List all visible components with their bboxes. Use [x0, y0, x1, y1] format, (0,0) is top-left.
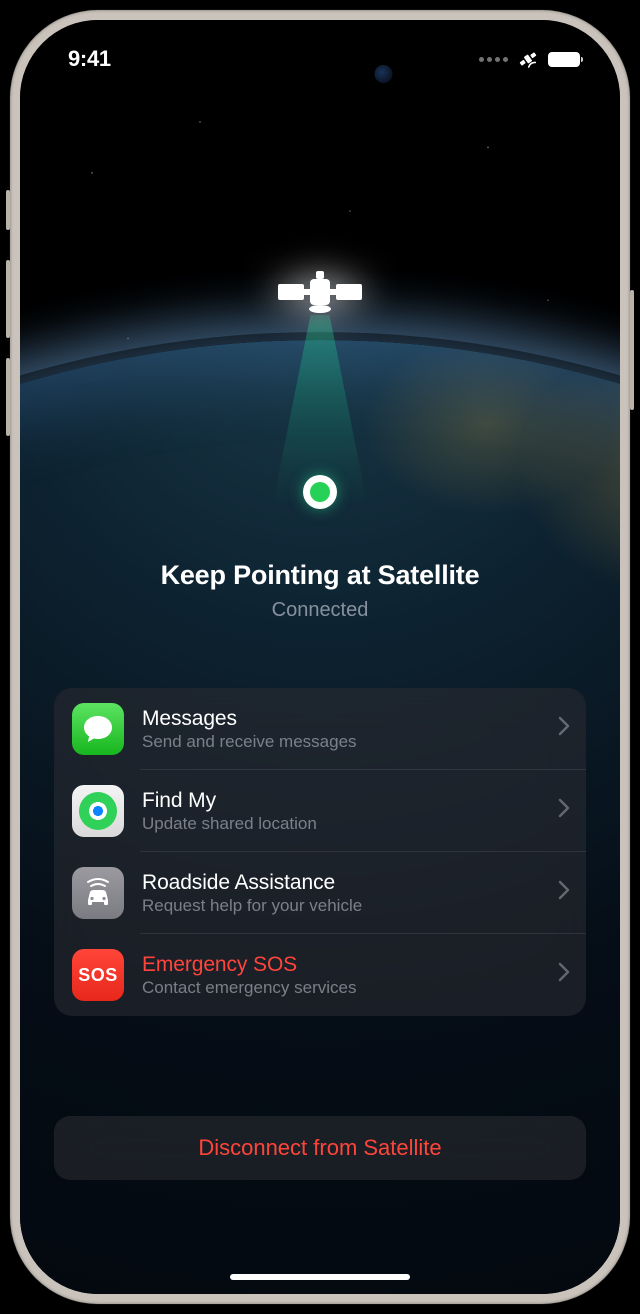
option-text: Find My Update shared location — [142, 789, 540, 834]
option-title: Messages — [142, 707, 540, 731]
home-indicator[interactable] — [230, 1274, 410, 1280]
volume-up-button — [6, 260, 10, 338]
main-title: Keep Pointing at Satellite — [20, 560, 620, 591]
status-icons — [479, 47, 580, 71]
option-title: Find My — [142, 789, 540, 813]
front-camera — [375, 65, 393, 83]
chevron-right-icon — [558, 962, 570, 988]
status-time: 9:41 — [68, 46, 111, 72]
chevron-right-icon — [558, 716, 570, 742]
roadside-icon — [72, 867, 124, 919]
option-subtitle: Request help for your vehicle — [142, 896, 540, 916]
messages-icon — [72, 703, 124, 755]
target-indicator — [303, 475, 337, 509]
side-button — [630, 290, 634, 410]
chevron-right-icon — [558, 880, 570, 906]
battery-icon — [548, 52, 580, 67]
option-subtitle: Update shared location — [142, 814, 540, 834]
option-emergency-sos[interactable]: SOS Emergency SOS Contact emergency serv… — [54, 934, 586, 1016]
option-subtitle: Send and receive messages — [142, 732, 540, 752]
iphone-device-frame: 9:41 — [10, 10, 630, 1304]
option-title: Roadside Assistance — [142, 871, 540, 895]
volume-down-button — [6, 358, 10, 436]
action-button — [6, 190, 10, 230]
satellite-illustration — [272, 265, 368, 326]
status-heading: Keep Pointing at Satellite Connected — [20, 560, 620, 622]
disconnect-button[interactable]: Disconnect from Satellite — [54, 1116, 586, 1180]
option-text: Roadside Assistance Request help for you… — [142, 871, 540, 916]
screen: 9:41 — [20, 20, 620, 1294]
satellite-icon — [516, 47, 540, 71]
option-messages[interactable]: Messages Send and receive messages — [54, 688, 586, 770]
option-text: Messages Send and receive messages — [142, 707, 540, 752]
cellular-dots-icon — [479, 57, 508, 62]
option-text: Emergency SOS Contact emergency services — [142, 953, 540, 998]
option-subtitle: Contact emergency services — [142, 978, 540, 998]
option-find-my[interactable]: Find My Update shared location — [54, 770, 586, 852]
dynamic-island — [233, 50, 408, 98]
find-my-icon — [72, 785, 124, 837]
satellite-options-list: Messages Send and receive messages Find … — [54, 688, 586, 1016]
sos-icon: SOS — [72, 949, 124, 1001]
option-title: Emergency SOS — [142, 953, 540, 977]
chevron-right-icon — [558, 798, 570, 824]
disconnect-label: Disconnect from Satellite — [198, 1135, 441, 1161]
option-roadside-assistance[interactable]: Roadside Assistance Request help for you… — [54, 852, 586, 934]
sos-icon-label: SOS — [78, 965, 118, 986]
connection-status: Connected — [20, 599, 620, 622]
